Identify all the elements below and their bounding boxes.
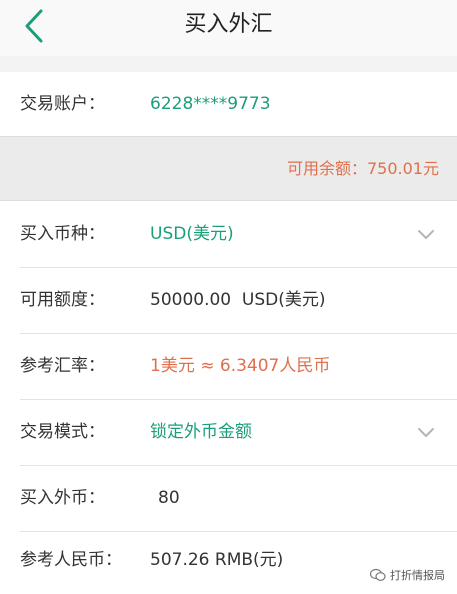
currency-value: USD(美元) — [150, 224, 234, 244]
quota-row: 可用额度： 50000.00 USD(美元) — [0, 268, 457, 333]
quota-value: 50000.00 USD(美元) — [150, 290, 326, 310]
account-row[interactable]: 交易账户： 6228****9773 — [0, 72, 457, 137]
watermark-text: 打折情报局 — [390, 569, 445, 582]
mode-select-row[interactable]: 交易模式： 锁定外币金额 — [0, 400, 457, 465]
rate-row: 参考汇率： 1美元 ≈ 6.3407人民币 — [0, 334, 457, 399]
amount-input[interactable]: 80 — [158, 466, 180, 531]
chevron-down-icon — [418, 230, 434, 239]
balance-band: 可用余额：750.01元 — [0, 136, 457, 201]
buy-forex-page: 买入外汇 交易账户： 6228****9773 可用余额：750.01元 买入币… — [0, 0, 457, 594]
quota-label: 可用额度： — [20, 290, 105, 310]
rate-value: 1美元 ≈ 6.3407人民币 — [150, 356, 331, 376]
wechat-icon — [370, 568, 386, 581]
amount-input-row[interactable]: 买入外币： 80 — [0, 466, 457, 531]
account-label: 交易账户： — [20, 94, 105, 114]
currency-select-row[interactable]: 买入币种： USD(美元) — [0, 202, 457, 267]
chevron-down-icon — [418, 428, 434, 437]
mode-label: 交易模式： — [20, 422, 105, 442]
amount-label: 买入外币： — [20, 488, 105, 508]
page-title: 买入外汇 — [184, 12, 273, 37]
section-gap — [0, 56, 457, 72]
rate-label: 参考汇率： — [20, 356, 105, 376]
watermark: 打折情报局 — [370, 566, 445, 584]
mode-value: 锁定外币金额 — [150, 422, 252, 442]
rmb-value: 507.26 RMB(元) — [150, 550, 284, 570]
rmb-row: 参考人民币： 507.26 RMB(元) — [0, 532, 457, 594]
account-number: 6228****9773 — [150, 94, 271, 114]
currency-label: 买入币种： — [20, 224, 105, 244]
available-balance: 可用余额：750.01元 — [287, 159, 439, 178]
rmb-label: 参考人民币： — [20, 550, 122, 570]
nav-bar: 买入外汇 — [0, 0, 457, 56]
